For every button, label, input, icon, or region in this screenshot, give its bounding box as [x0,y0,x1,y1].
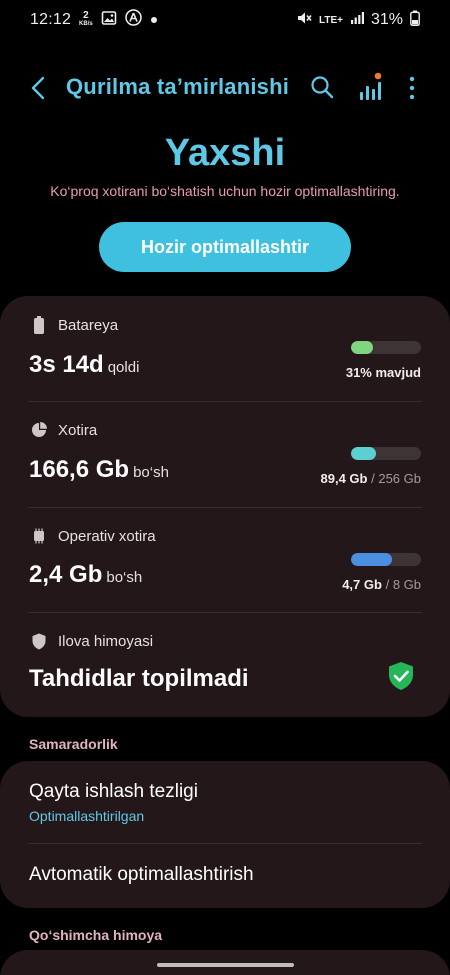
app-bar: Qurilma ta’mirlanishi [0,64,450,112]
storage-header: Xotira [30,421,97,439]
device-care-card: Batareya 3s 14d qoldi 31% mavjud Xotira 1… [0,296,450,717]
ram-free-unit: bo‘sh [106,569,143,586]
ram-separator: / [385,577,390,592]
auto-optimization-item[interactable]: Avtomatik optimallashtirish [0,844,450,908]
ram-used: 4,7 Gb [342,577,382,592]
network-type: LTE+ [318,14,343,26]
search-icon[interactable] [309,74,337,102]
storage-used: 89,4 Gb [320,471,368,486]
ram-usage: 4,7 Gb / 8 Gb [342,577,421,592]
battery-bar-fill [351,341,373,354]
processing-speed-value: Optimallashtirilgan [29,808,145,824]
performance-group-label: Samaradorlik [29,736,118,752]
ram-label: Operativ xotira [58,527,156,545]
back-arrow-icon[interactable] [24,74,52,102]
storage-label: Xotira [58,421,98,439]
battery-time-left: 3s 14d qoldi [29,351,139,379]
battery-available-text: 31% mavjud [345,365,421,380]
network-speed-value: 2 [83,10,89,21]
device-status: Yaxshi [164,132,286,174]
app-protection-status: Tahdidlar topilmadi [29,665,249,692]
memory-chip-icon [30,527,48,545]
storage-free-value: 166,6 Gb [29,456,130,483]
status-bar: 12:12 2 KB/s LTE+ 31% [0,0,450,40]
extra-protection-group-label: Qo‘shimcha himoya [29,927,163,943]
status-description: Ko‘proq xotirani bo‘shatish uchun hozir … [50,183,400,199]
app-protection-section[interactable]: Ilova himoyasi Tahdidlar topilmadi [0,613,450,717]
ram-free: 2,4 Gb bo‘sh [29,561,142,589]
network-speed-unit: KB/s [79,21,93,27]
battery-percent: 31% [370,11,403,28]
accessibility-icon [124,9,142,31]
battery-icon [30,316,48,334]
battery-icon [410,10,420,31]
ram-bar [351,553,421,566]
ram-bar-fill [351,553,393,566]
battery-label: Batareya [58,316,119,334]
storage-separator: / [371,471,375,486]
ram-free-value: 2,4 Gb [29,561,103,588]
storage-free: 166,6 Gb bo‘sh [29,456,169,484]
shield-icon [30,632,48,650]
ram-header: Operativ xotira [30,527,156,545]
mute-icon [296,10,312,31]
storage-bar [351,447,421,460]
optimize-now-button[interactable]: Hozir optimallashtir [99,222,351,272]
more-options-icon[interactable] [398,74,426,102]
battery-available: 31% mavjud [346,365,421,380]
page-title: Qurilma ta’mirlanishi [66,74,290,99]
battery-time-value: 3s 14d [29,351,104,378]
pie-chart-icon [30,421,48,439]
app-protection-header: Ilova himoyasi [30,632,153,650]
performance-card: Qayta ishlash tezligi Optimallashtirilga… [0,761,450,908]
dot-icon [150,11,158,29]
stats-icon[interactable] [356,72,384,102]
network-speed: 2 KB/s [79,10,93,28]
signal-icon [350,11,364,30]
battery-header: Batareya [30,316,118,334]
battery-bar [351,341,421,354]
ram-total: 8 Gb [392,577,421,592]
storage-bar-fill [351,447,376,460]
storage-section[interactable]: Xotira 166,6 Gb bo‘sh 89,4 Gb / 256 Gb [0,402,450,507]
shield-check-icon [387,661,415,691]
storage-free-unit: bo‘sh [133,464,169,481]
status-time: 12:12 [30,11,72,28]
storage-total: 256 Gb [378,471,421,486]
processing-speed-item[interactable]: Qayta ishlash tezligi Optimallashtirilga… [0,761,450,843]
battery-section[interactable]: Batareya 3s 14d qoldi 31% mavjud [0,296,450,401]
auto-optimization-title: Avtomatik optimallashtirish [29,864,254,885]
storage-usage: 89,4 Gb / 256 Gb [321,471,422,486]
app-protection-label: Ilova himoyasi [58,632,154,650]
navigation-handle[interactable] [157,963,294,967]
processing-speed-title: Qayta ishlash tezligi [29,781,198,802]
ram-section[interactable]: Operativ xotira 2,4 Gb bo‘sh 4,7 Gb / 8 G… [0,508,450,612]
image-icon [101,10,117,31]
battery-time-unit: qoldi [107,359,140,376]
